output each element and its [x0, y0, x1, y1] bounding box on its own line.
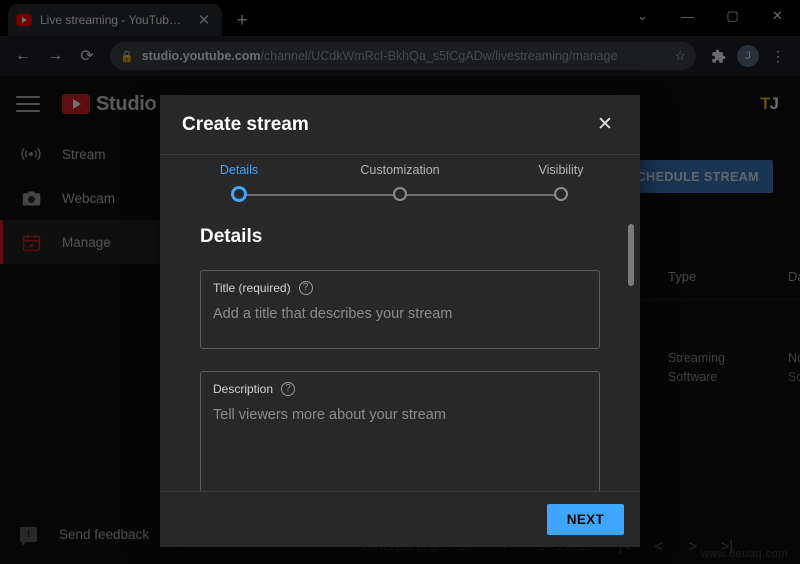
- title-label-row: Title (required) ?: [213, 281, 587, 295]
- step-dot-visibility[interactable]: [554, 187, 568, 201]
- scrollbar-thumb[interactable]: [628, 224, 634, 286]
- step-dot-customization[interactable]: [393, 187, 407, 201]
- stepper: Details Customization Visibility: [160, 155, 640, 210]
- browser-window: Live streaming - YouTube Studio ✕ + ⌄ — …: [0, 0, 800, 564]
- description-input[interactable]: Tell viewers more about your stream: [213, 407, 587, 423]
- step-labels: Details Customization Visibility: [160, 163, 640, 183]
- section-title: Details: [200, 226, 263, 247]
- help-icon[interactable]: ?: [298, 281, 313, 295]
- dialog-title: Create stream: [182, 113, 309, 135]
- title-input[interactable]: Add a title that describes your stream: [213, 306, 587, 322]
- dialog-header: Create stream ✕: [160, 95, 640, 155]
- create-stream-dialog: Create stream ✕ Details Customization Vi…: [160, 95, 640, 547]
- dialog-scrollbar[interactable]: [628, 210, 634, 491]
- dialog-body: Details Title (required) ? Add a title t…: [160, 210, 640, 491]
- step-label-visibility[interactable]: Visibility: [539, 163, 584, 177]
- step-label-details[interactable]: Details: [220, 163, 258, 177]
- step-dot-details[interactable]: [231, 186, 247, 202]
- step-label-customization[interactable]: Customization: [360, 163, 439, 177]
- description-field[interactable]: Description ? Tell viewers more about yo…: [200, 371, 600, 491]
- title-label: Title (required): [213, 281, 291, 295]
- next-button[interactable]: NEXT: [546, 504, 624, 535]
- close-icon[interactable]: ✕: [592, 112, 618, 138]
- description-label-row: Description ?: [213, 382, 587, 396]
- help-icon[interactable]: ?: [281, 382, 296, 396]
- description-label: Description: [213, 382, 274, 396]
- dialog-footer: NEXT: [160, 491, 640, 547]
- title-field[interactable]: Title (required) ? Add a title that desc…: [200, 270, 600, 349]
